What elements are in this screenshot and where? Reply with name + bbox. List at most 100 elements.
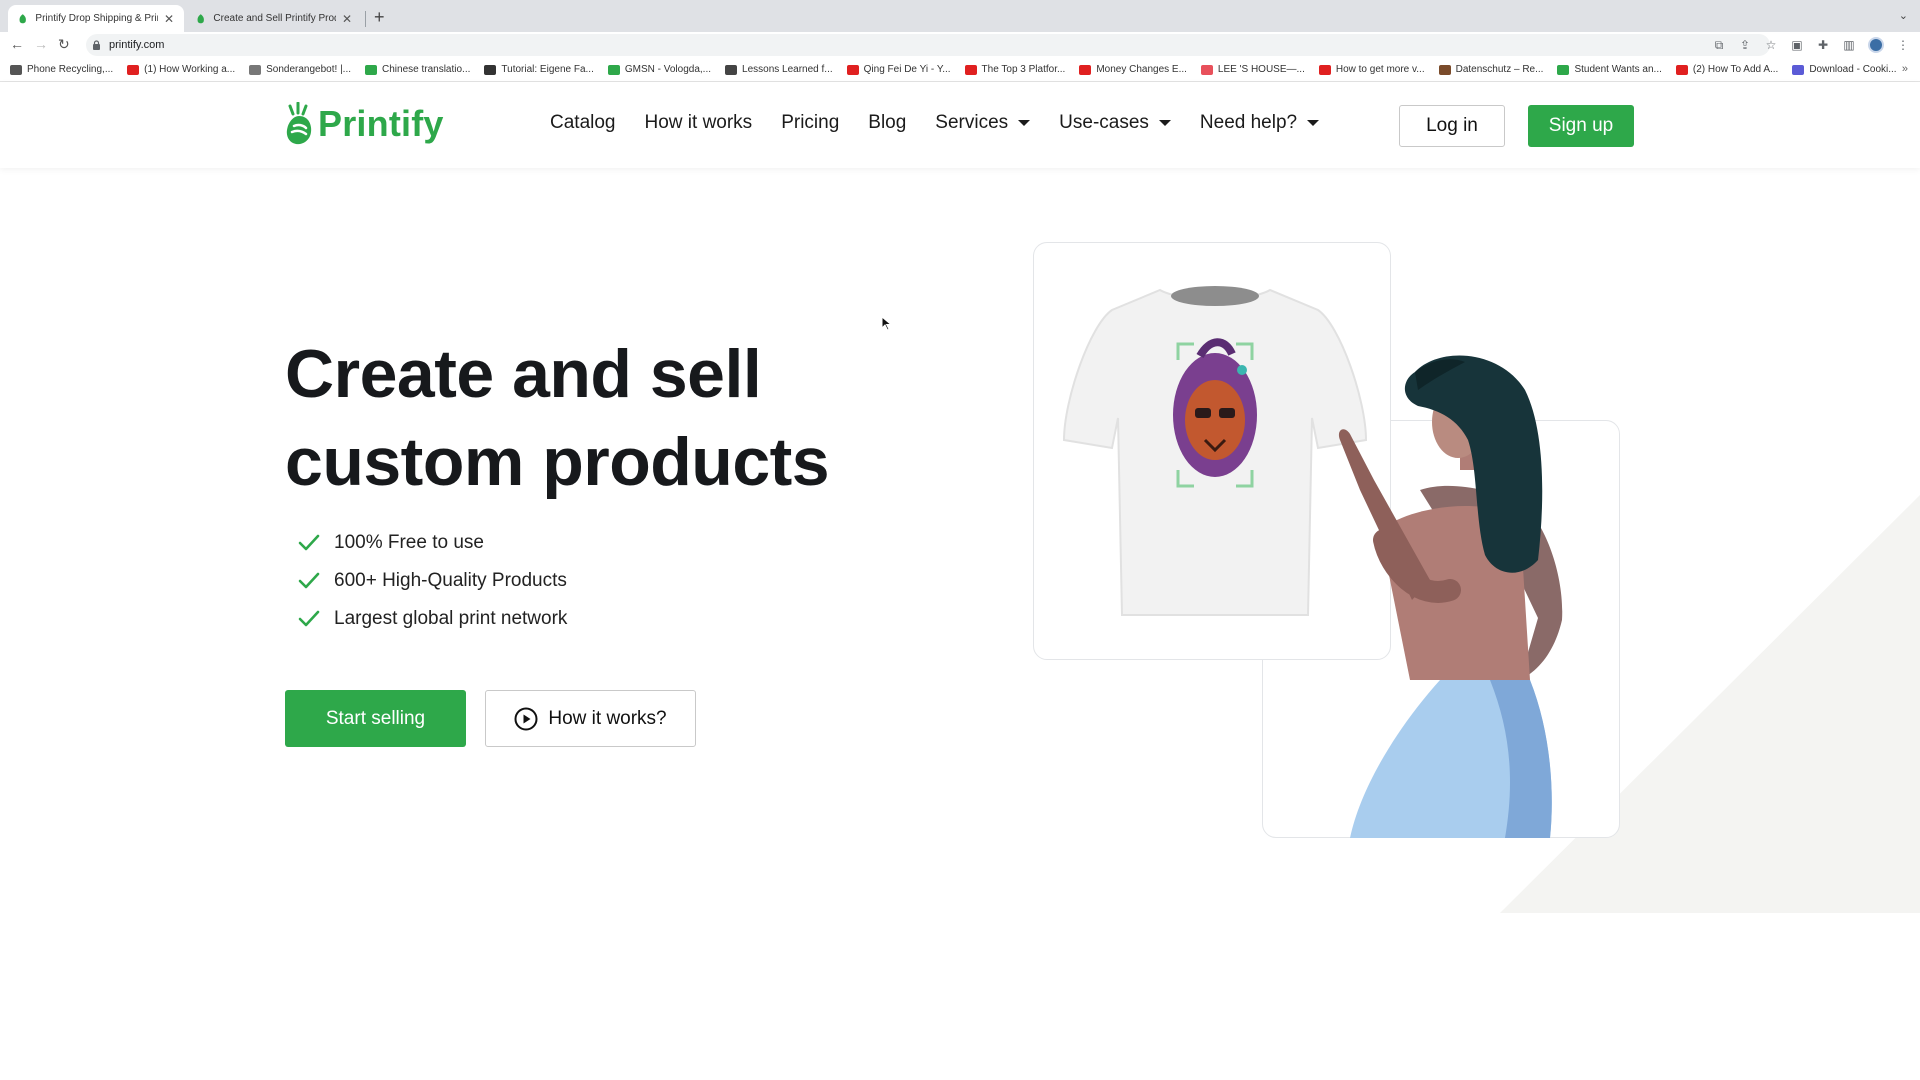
bookmark-favicon-icon — [1557, 64, 1570, 75]
bookmark-item[interactable]: Datenschutz – Re... — [1438, 64, 1544, 75]
signup-button[interactable]: Sign up — [1528, 105, 1634, 147]
how-it-works-button[interactable]: How it works? — [485, 690, 696, 747]
new-tab-icon[interactable]: + — [374, 7, 385, 28]
bookmark-favicon-icon — [846, 64, 859, 75]
tab-search-chevron-icon[interactable]: ⌄ — [1899, 9, 1908, 22]
reload-icon[interactable]: ↻ — [58, 36, 70, 53]
nav-catalog[interactable]: Catalog — [550, 112, 616, 134]
bookmark-label: Lessons Learned f... — [742, 64, 833, 75]
lock-icon — [93, 40, 100, 50]
bookmark-label: Download - Cooki... — [1809, 64, 1897, 75]
play-circle-icon — [514, 707, 538, 730]
tab-separator — [365, 11, 366, 27]
bookmark-favicon-icon — [10, 64, 22, 75]
bookmark-favicon-icon — [484, 64, 497, 75]
side-panel-icon[interactable]: ▥ — [1842, 38, 1856, 52]
bookmark-item[interactable]: (1) How Working a... — [127, 64, 235, 75]
bookmark-label: LEE 'S HOUSE—... — [1217, 64, 1305, 75]
tab-close-icon[interactable]: ✕ — [342, 12, 352, 26]
feature-list: 100% Free to use 600+ High-Quality Produ… — [298, 524, 567, 638]
bookmark-item[interactable]: Qing Fei De Yi - Y... — [846, 64, 951, 75]
bookmark-label: Sonderangebot! |... — [266, 64, 352, 75]
nav-use-cases[interactable]: Use-cases — [1059, 112, 1171, 134]
bookmark-item[interactable]: Chinese translatio... — [365, 64, 470, 75]
bookmark-item[interactable]: Download - Cooki... — [1792, 64, 1897, 75]
check-icon — [298, 610, 320, 627]
chevron-down-icon — [1307, 120, 1320, 126]
bookmark-item[interactable]: (2) How To Add A... — [1675, 64, 1779, 75]
check-icon — [298, 572, 320, 589]
bookmark-favicon-icon — [127, 64, 140, 75]
bookmark-item[interactable]: Phone Recycling,... — [10, 64, 113, 75]
nav-label: Pricing — [781, 112, 840, 133]
printify-favicon-icon — [19, 13, 26, 23]
login-button[interactable]: Log in — [1399, 105, 1505, 147]
menu-kebab-icon[interactable]: ⋮ — [1896, 38, 1910, 52]
share-icon[interactable]: ⇪ — [1738, 38, 1752, 52]
browser-tab-bar: Printify Drop Shipping & Printin ✕ Creat… — [0, 0, 1920, 32]
printify-logo-icon — [286, 102, 312, 145]
chevron-down-icon — [1158, 120, 1171, 126]
bookmark-item[interactable]: LEE 'S HOUSE—... — [1200, 64, 1305, 75]
feature-text: Largest global print network — [334, 608, 568, 629]
hero-title-line-2: custom products — [285, 424, 830, 500]
tab-title: Create and Sell Printify Produc — [213, 13, 336, 24]
bookmark-item[interactable]: The Top 3 Platfor... — [964, 64, 1065, 75]
browser-tab-printify[interactable]: Printify Drop Shipping & Printin ✕ — [8, 5, 184, 32]
bookmark-star-icon[interactable]: ☆ — [1764, 38, 1778, 52]
how-it-works-label: How it works? — [548, 707, 667, 729]
nav-label: How it works — [644, 112, 753, 133]
bookmark-item[interactable]: Money Changes E... — [1079, 64, 1187, 75]
extension-f-icon[interactable]: ▣ — [1790, 38, 1804, 52]
site-header: Printify Catalog How it works Pricing Bl… — [0, 82, 1920, 168]
hero-title: Create and sell custom products — [285, 330, 905, 506]
bookmark-label: Qing Fei De Yi - Y... — [863, 64, 951, 75]
bookmark-favicon-icon — [365, 64, 378, 75]
bookmark-label: Datenschutz – Re... — [1455, 64, 1544, 75]
nav-need-help[interactable]: Need help? — [1199, 112, 1320, 134]
bookmark-favicon-icon — [725, 64, 738, 75]
nav-services[interactable]: Services — [935, 112, 1031, 134]
feature-item: 600+ High-Quality Products — [298, 562, 567, 600]
bookmark-favicon-icon — [1318, 64, 1331, 75]
bookmark-favicon-icon — [1438, 64, 1451, 75]
start-selling-button[interactable]: Start selling — [285, 690, 466, 747]
bookmark-item[interactable]: Student Wants an... — [1557, 64, 1662, 75]
extensions-puzzle-icon[interactable]: ✚ — [1816, 38, 1830, 52]
bookmarks-bar: Phone Recycling,... (1) How Working a... S… — [0, 58, 1920, 82]
bookmark-favicon-icon — [1079, 64, 1092, 75]
printify-logo[interactable]: Printify — [284, 102, 444, 146]
bookmark-item[interactable]: Lessons Learned f... — [725, 64, 833, 75]
nav-blog[interactable]: Blog — [868, 112, 906, 134]
nav-how-it-works[interactable]: How it works — [645, 112, 753, 134]
feature-item: 100% Free to use — [298, 524, 567, 562]
bookmark-item[interactable]: Sonderangebot! |... — [249, 64, 351, 75]
nav-label: Need help? — [1199, 112, 1298, 133]
browser-toolbar: ← → ↻ printify.com ⧉ ⇪ ☆ ▣ ✚ ▥ ⋮ — [0, 32, 1920, 58]
address-bar[interactable]: printify.com — [86, 34, 1770, 56]
bookmark-favicon-icon — [607, 64, 620, 75]
url-text: printify.com — [109, 39, 165, 51]
translate-icon[interactable]: ⧉ — [1712, 38, 1726, 52]
bookmark-label: GMSN - Vologda,... — [624, 64, 712, 75]
bookmark-item[interactable]: Tutorial: Eigene Fa... — [484, 64, 594, 75]
browser-tab-create-sell[interactable]: Create and Sell Printify Produc ✕ — [186, 5, 362, 32]
bookmark-item[interactable]: How to get more v... — [1318, 64, 1425, 75]
bookmark-favicon-icon — [1200, 64, 1213, 75]
profile-avatar[interactable] — [1868, 37, 1884, 53]
nav-label: Blog — [868, 112, 907, 133]
feature-item: Largest global print network — [298, 600, 567, 638]
feature-text: 600+ High-Quality Products — [334, 570, 567, 591]
bookmark-label: (2) How To Add A... — [1692, 64, 1779, 75]
bookmarks-overflow-icon[interactable]: » — [1902, 63, 1908, 75]
feature-text: 100% Free to use — [334, 532, 484, 553]
nav-pricing[interactable]: Pricing — [781, 112, 839, 134]
back-arrow-icon[interactable]: ← — [10, 36, 24, 52]
forward-arrow-icon[interactable]: → — [34, 36, 48, 52]
bookmark-label: Student Wants an... — [1574, 64, 1662, 75]
tab-title: Printify Drop Shipping & Printin — [35, 13, 158, 24]
bookmark-label: Chinese translatio... — [382, 64, 471, 75]
bookmark-item[interactable]: GMSN - Vologda,... — [607, 64, 712, 75]
bookmark-label: Money Changes E... — [1096, 64, 1187, 75]
tab-close-icon[interactable]: ✕ — [164, 12, 174, 26]
